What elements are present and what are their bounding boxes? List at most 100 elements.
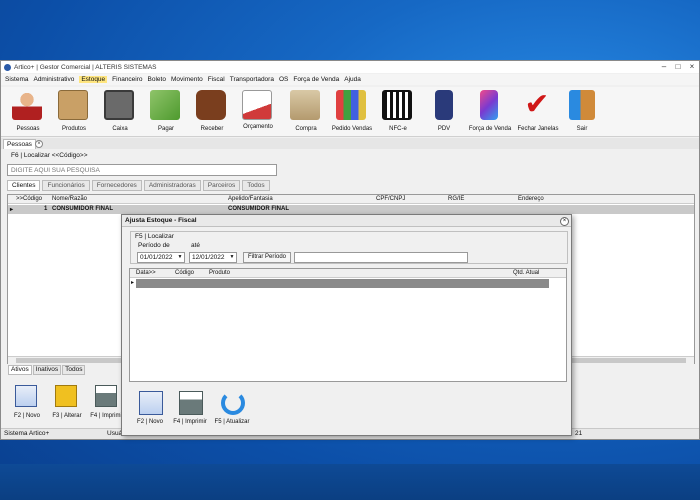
card-machine-icon [435, 90, 453, 120]
receber-label: Receber [200, 126, 224, 132]
checkmark-icon: ✔ [524, 88, 550, 121]
fechar-janelas-button[interactable]: ✔ Fechar Janelas [513, 89, 563, 135]
orcamento-button[interactable]: Orçamento [233, 89, 283, 135]
menu-financeiro[interactable]: Financeiro [112, 76, 142, 83]
status-right: 21 [575, 430, 583, 437]
dialog-atualizar-button[interactable]: F5 | Atualizar [212, 389, 252, 433]
pdv-button[interactable]: PDV [419, 89, 469, 135]
chevron-down-icon[interactable]: ▼ [229, 254, 235, 261]
receber-button[interactable]: Receber [187, 89, 237, 135]
stock-grid[interactable]: Data>> Código Produto Qtd. Atual ▸ [129, 268, 567, 382]
alterar-button[interactable]: F3 | Alterar [47, 383, 83, 423]
novo-button[interactable]: F2 | Novo [7, 383, 43, 423]
pessoas-label: Pessoas [16, 126, 40, 132]
pdv-label: PDV [437, 126, 451, 132]
chevron-down-icon[interactable]: ▼ [177, 254, 183, 261]
close-icon[interactable]: × [685, 61, 699, 73]
nfce-button[interactable]: NFC-e [373, 89, 423, 135]
filter-text-input[interactable] [294, 252, 468, 263]
menu-forca-de-venda[interactable]: Força de Venda [293, 76, 339, 83]
tab-administradoras[interactable]: Administradoras [143, 180, 201, 191]
menu-movimento[interactable]: Movimento [171, 76, 203, 83]
produtos-button[interactable]: Produtos [49, 89, 99, 135]
tab-fornecedores[interactable]: Fornecedores [91, 180, 142, 191]
table-row[interactable]: ▸ 1 CONSUMIDOR FINAL CONSUMIDOR FINAL [8, 205, 694, 214]
new-document-icon [139, 391, 163, 415]
minimize-icon[interactable]: – [657, 61, 671, 73]
sair-label: Sair [576, 126, 588, 132]
col-produto[interactable]: Produto [209, 270, 230, 276]
window-title: Artico+ | Gestor Comercial | ALTERIS SIS… [14, 63, 157, 71]
tab-funcionarios[interactable]: Funcionários [42, 180, 90, 191]
refresh-icon [221, 391, 245, 415]
dialog-imprimir-button[interactable]: F4 | Imprimir [170, 389, 210, 433]
menu-os[interactable]: OS [279, 76, 288, 83]
safe-icon [104, 90, 134, 120]
hand-truck-icon [290, 90, 320, 120]
menu-transportadora[interactable]: Transportadora [230, 76, 274, 83]
title-bar: Artico+ | Gestor Comercial | ALTERIS SIS… [1, 61, 699, 73]
ate-label: até [191, 242, 201, 249]
date-to-field[interactable]: 12/01/2022 ▼ [189, 252, 237, 263]
col-rg[interactable]: RG/IE [448, 196, 464, 202]
search-input[interactable] [7, 164, 277, 176]
tab-parceiros[interactable]: Parceiros [202, 180, 241, 191]
col-cpf[interactable]: CPF/CNPJ [376, 196, 405, 202]
tab-todos[interactable]: Todos [242, 180, 270, 191]
row-fantasy: CONSUMIDOR FINAL [228, 206, 289, 212]
localizar-group: F5 | Localizar Período de até 01/01/2022… [130, 231, 568, 264]
col-data[interactable]: Data>> [136, 270, 156, 276]
menu-sistema[interactable]: Sistema [5, 76, 28, 83]
qr-code-icon [382, 90, 412, 120]
menu-administrativo[interactable]: Administrativo [33, 76, 74, 83]
document-pen-icon [242, 90, 272, 120]
imprimir-button[interactable]: F4 | Imprimir [87, 383, 124, 423]
tab-pessoas[interactable]: Pessoas [3, 139, 36, 149]
sair-button[interactable]: Sair [557, 89, 607, 135]
tab-inativos[interactable]: Inativos [32, 365, 62, 375]
orcamento-label: Orçamento [243, 124, 273, 130]
tab-todos-status[interactable]: Todos [62, 365, 86, 375]
menu-fiscal[interactable]: Fiscal [208, 76, 225, 83]
new-document-icon [15, 385, 37, 407]
caixa-button[interactable]: Caixa [95, 89, 145, 135]
col-apelido[interactable]: Apelido/Fantasia [228, 196, 273, 202]
close-tab-icon[interactable]: × [35, 140, 43, 148]
compra-button[interactable]: Compra [281, 89, 331, 135]
maximize-icon[interactable]: □ [671, 61, 685, 73]
col-codigo-produto[interactable]: Código [175, 270, 194, 276]
menu-estoque[interactable]: Estoque [79, 76, 108, 83]
col-qtd-atual[interactable]: Qtd. Atual [513, 270, 539, 276]
dialog-close-icon[interactable]: × [560, 217, 569, 226]
nfce-label: NFC-e [389, 126, 407, 132]
pedido-vendas-label: Pedido Vendas [331, 126, 373, 132]
pagar-button[interactable]: Pagar [141, 89, 191, 135]
pedido-vendas-button[interactable]: Pedido Vendas [327, 89, 377, 135]
dialog-novo-button[interactable]: F2 | Novo [130, 389, 170, 433]
produtos-label: Produtos [61, 126, 86, 132]
filtrar-periodo-button[interactable]: Filtrar Período [243, 252, 291, 263]
pessoas-button[interactable]: Pessoas [3, 89, 53, 135]
col-endereco[interactable]: Endereço [518, 196, 544, 202]
table-row[interactable] [136, 279, 549, 288]
col-codigo[interactable]: >>Código [16, 196, 42, 202]
stock-grid-header: Data>> Código Produto Qtd. Atual [130, 269, 566, 278]
menu-bar: Sistema Administrativo Estoque Financeir… [1, 74, 699, 85]
tab-ativos[interactable]: Ativos [8, 365, 32, 375]
printer-icon [95, 385, 117, 407]
menu-boleto[interactable]: Boleto [148, 76, 166, 83]
tab-clientes[interactable]: Clientes [7, 180, 41, 191]
money-icon [150, 90, 180, 120]
date-to-value: 12/01/2022 [192, 254, 225, 261]
menu-ajuda[interactable]: Ajuda [344, 76, 361, 83]
caixa-label: Caixa [112, 126, 128, 132]
chart-icon [336, 90, 366, 120]
forca-de-venda-button[interactable]: Força de Venda [465, 89, 515, 135]
col-nome[interactable]: Nome/Razão [52, 196, 87, 202]
row-name: CONSUMIDOR FINAL [52, 206, 113, 212]
compra-label: Compra [295, 126, 317, 132]
date-from-field[interactable]: 01/01/2022 ▼ [137, 252, 185, 263]
alterar-label: F3 | Alterar [52, 413, 82, 419]
localizar-group-label: F5 | Localizar [135, 233, 174, 240]
ajusta-estoque-dialog: Ajusta Estoque - Fiscal × F5 | Localizar… [121, 214, 572, 436]
